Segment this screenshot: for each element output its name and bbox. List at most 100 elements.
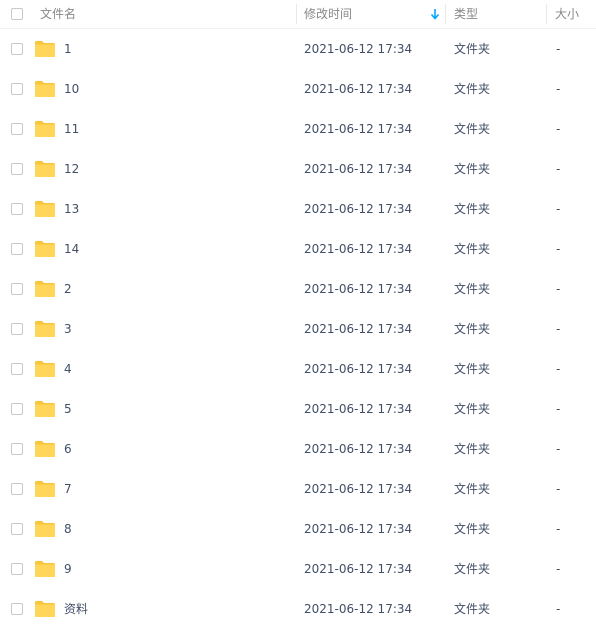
file-size: - — [556, 162, 561, 176]
file-name[interactable]: 14 — [64, 229, 79, 269]
file-size: - — [556, 402, 561, 416]
folder-icon — [35, 321, 55, 337]
folder-icon — [35, 601, 55, 617]
file-row[interactable]: 1 2021-06-12 17:34 文件夹 - — [0, 29, 596, 69]
modified-time: 2021-06-12 17:34 — [304, 242, 413, 256]
modified-time: 2021-06-12 17:34 — [304, 522, 413, 536]
row-checkbox[interactable] — [11, 203, 23, 215]
file-size: - — [556, 442, 561, 456]
file-name[interactable]: 10 — [64, 69, 79, 109]
file-name[interactable]: 1 — [64, 29, 72, 69]
file-type: 文件夹 — [454, 442, 491, 456]
row-checkbox[interactable] — [11, 283, 23, 295]
file-name[interactable]: 3 — [64, 309, 72, 349]
file-row[interactable]: 13 2021-06-12 17:34 文件夹 - — [0, 189, 596, 229]
folder-icon — [35, 281, 55, 297]
file-row[interactable]: 9 2021-06-12 17:34 文件夹 - — [0, 549, 596, 589]
row-checkbox[interactable] — [11, 523, 23, 535]
file-size: - — [556, 202, 561, 216]
column-divider[interactable] — [546, 4, 547, 24]
folder-icon — [35, 121, 55, 137]
folder-icon — [35, 201, 55, 217]
file-type: 文件夹 — [454, 562, 491, 576]
file-name[interactable]: 2 — [64, 269, 72, 309]
file-size: - — [556, 242, 561, 256]
file-row[interactable]: 11 2021-06-12 17:34 文件夹 - — [0, 109, 596, 149]
modified-time: 2021-06-12 17:34 — [304, 82, 413, 96]
file-name[interactable]: 5 — [64, 389, 72, 429]
file-type: 文件夹 — [454, 202, 491, 216]
folder-icon — [35, 441, 55, 457]
file-name[interactable]: 9 — [64, 549, 72, 589]
row-checkbox[interactable] — [11, 363, 23, 375]
file-type: 文件夹 — [454, 322, 491, 336]
file-name[interactable]: 11 — [64, 109, 79, 149]
file-type: 文件夹 — [454, 402, 491, 416]
file-name[interactable]: 13 — [64, 189, 79, 229]
modified-time: 2021-06-12 17:34 — [304, 562, 413, 576]
file-row[interactable]: 14 2021-06-12 17:34 文件夹 - — [0, 229, 596, 269]
folder-icon — [35, 81, 55, 97]
file-size: - — [556, 522, 561, 536]
row-checkbox[interactable] — [11, 603, 23, 615]
file-type: 文件夹 — [454, 522, 491, 536]
file-row[interactable]: 4 2021-06-12 17:34 文件夹 - — [0, 349, 596, 389]
modified-time: 2021-06-12 17:34 — [304, 402, 413, 416]
list-header: 文件名 修改时间 类型 大小 — [0, 0, 596, 29]
file-name[interactable]: 7 — [64, 469, 72, 509]
file-row[interactable]: 10 2021-06-12 17:34 文件夹 - — [0, 69, 596, 109]
modified-time: 2021-06-12 17:34 — [304, 282, 413, 296]
modified-time: 2021-06-12 17:34 — [304, 122, 413, 136]
column-header-type[interactable]: 类型 — [454, 0, 478, 28]
modified-time: 2021-06-12 17:34 — [304, 322, 413, 336]
arrow-down-icon[interactable] — [430, 8, 440, 20]
folder-icon — [35, 481, 55, 497]
file-row[interactable]: 3 2021-06-12 17:34 文件夹 - — [0, 309, 596, 349]
row-checkbox[interactable] — [11, 243, 23, 255]
column-divider[interactable] — [296, 4, 297, 24]
file-size: - — [556, 42, 561, 56]
file-name[interactable]: 12 — [64, 149, 79, 189]
column-header-size[interactable]: 大小 — [555, 0, 579, 28]
column-header-time[interactable]: 修改时间 — [304, 0, 352, 28]
file-type: 文件夹 — [454, 82, 491, 96]
file-size: - — [556, 322, 561, 336]
file-type: 文件夹 — [454, 42, 491, 56]
modified-time: 2021-06-12 17:34 — [304, 362, 413, 376]
row-checkbox[interactable] — [11, 563, 23, 575]
row-checkbox[interactable] — [11, 43, 23, 55]
file-type: 文件夹 — [454, 602, 491, 616]
row-checkbox[interactable] — [11, 163, 23, 175]
modified-time: 2021-06-12 17:34 — [304, 442, 413, 456]
file-row[interactable]: 8 2021-06-12 17:34 文件夹 - — [0, 509, 596, 549]
row-checkbox[interactable] — [11, 323, 23, 335]
file-list: 文件名 修改时间 类型 大小 1 2021-06-12 17:34 文件夹 - 10 20… — [0, 0, 596, 629]
file-row[interactable]: 资料 2021-06-12 17:34 文件夹 - — [0, 589, 596, 629]
file-row[interactable]: 7 2021-06-12 17:34 文件夹 - — [0, 469, 596, 509]
file-name[interactable]: 8 — [64, 509, 72, 549]
folder-icon — [35, 241, 55, 257]
file-name[interactable]: 6 — [64, 429, 72, 469]
column-divider[interactable] — [445, 4, 446, 24]
row-checkbox[interactable] — [11, 483, 23, 495]
column-header-name[interactable]: 文件名 — [40, 0, 76, 28]
row-checkbox[interactable] — [11, 443, 23, 455]
file-rows: 1 2021-06-12 17:34 文件夹 - 10 2021-06-12 17:34 文… — [0, 29, 596, 629]
file-size: - — [556, 602, 561, 616]
file-name[interactable]: 4 — [64, 349, 72, 389]
file-name[interactable]: 资料 — [64, 589, 88, 629]
folder-icon — [35, 401, 55, 417]
file-row[interactable]: 5 2021-06-12 17:34 文件夹 - — [0, 389, 596, 429]
modified-time: 2021-06-12 17:34 — [304, 42, 413, 56]
folder-icon — [35, 361, 55, 377]
file-row[interactable]: 2 2021-06-12 17:34 文件夹 - — [0, 269, 596, 309]
file-type: 文件夹 — [454, 242, 491, 256]
select-all-checkbox[interactable] — [11, 8, 23, 20]
row-checkbox[interactable] — [11, 403, 23, 415]
row-checkbox[interactable] — [11, 83, 23, 95]
file-row[interactable]: 6 2021-06-12 17:34 文件夹 - — [0, 429, 596, 469]
file-size: - — [556, 82, 561, 96]
row-checkbox[interactable] — [11, 123, 23, 135]
file-row[interactable]: 12 2021-06-12 17:34 文件夹 - — [0, 149, 596, 189]
folder-icon — [35, 561, 55, 577]
